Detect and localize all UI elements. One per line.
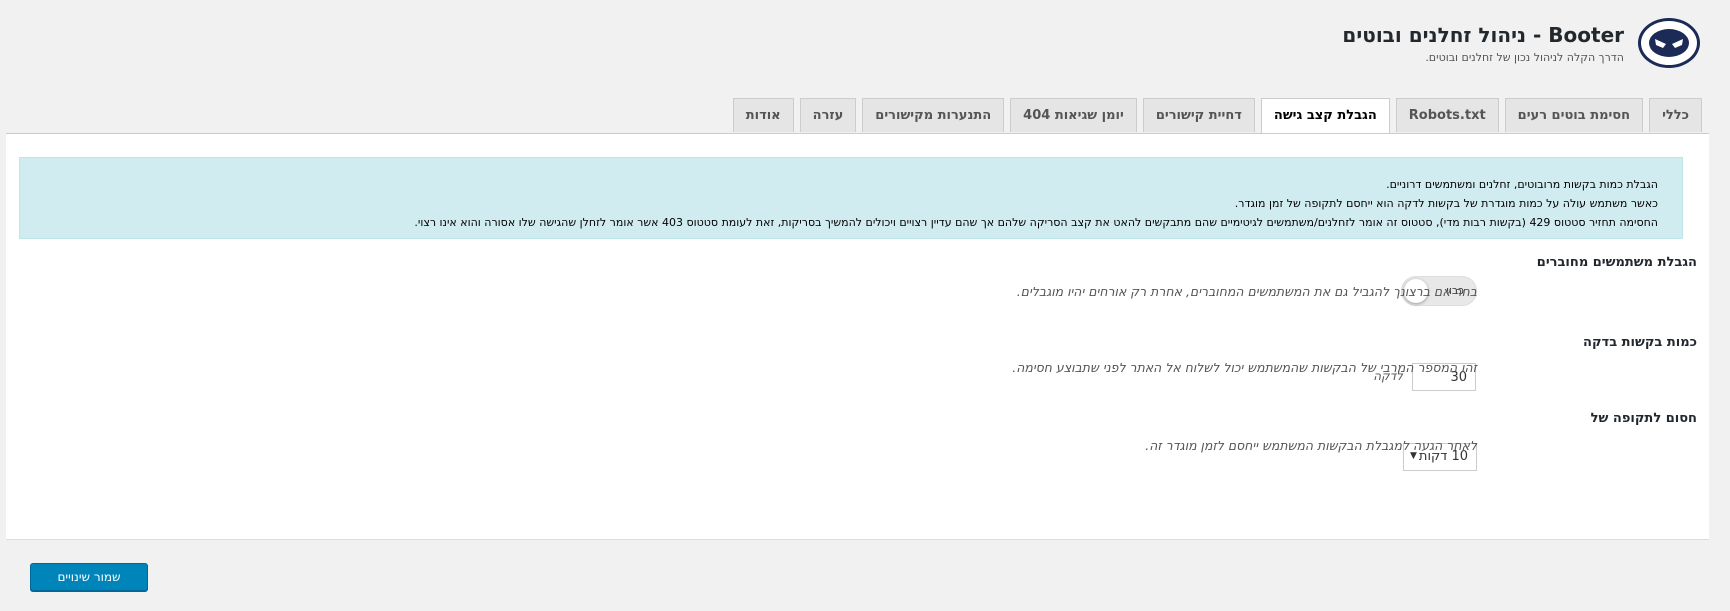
notice-line-3: החסימה תחזיר סטטוס 429 (בקשות רבות מדי),… [414, 216, 1658, 229]
tab-bad-bots[interactable]: חסימת בוטים רעים [1504, 98, 1644, 132]
info-notice: הגבלת כמות בקשות מרובוטים, זחלנים ומשתמש… [19, 157, 1683, 239]
requests-per-minute-help: זהו המספר המרבי של הבקשות שהמשתמש יכול ל… [1012, 360, 1477, 375]
plugin-header: Booter - ניהול זחלנים ובוטים הדרך הקלה ל… [1342, 18, 1700, 68]
logged-users-label: הגבלת משתמשים מחוברים [1536, 255, 1697, 270]
logged-users-help: בחר אם ברצונך להגביל גם את המשתמשים המחו… [1016, 284, 1477, 299]
settings-tabs: כללי חסימת בוטים רעים Robots.txt הגבלת ק… [732, 98, 1702, 134]
tab-robots-txt[interactable]: Robots.txt [1395, 98, 1499, 132]
save-changes-button[interactable]: שמור שינויים [30, 563, 148, 591]
settings-footer: שמור שינויים [6, 539, 1709, 611]
tab-disavow-links[interactable]: התנערות מקישורים [862, 98, 1005, 132]
notice-line-2: כאשר משתמש עולה על כמות מוגדרת של בקשות … [1234, 197, 1658, 210]
header-text: Booter - ניהול זחלנים ובוטים הדרך הקלה ל… [1342, 23, 1624, 64]
settings-panel: הגבלת כמות בקשות מרובוטים, זחלנים ומשתמש… [6, 133, 1709, 540]
tab-rate-limit[interactable]: הגבלת קצב גישה [1260, 98, 1390, 134]
tab-about[interactable]: אודות [732, 98, 794, 132]
block-period-label: חסום לתקופה של [1590, 411, 1697, 426]
requests-per-minute-label: כמות בקשות בדקה [1583, 335, 1697, 350]
notice-line-1: הגבלת כמות בקשות מרובוטים, זחלנים ומשתמש… [1386, 178, 1658, 191]
tab-help[interactable]: עזרה [799, 98, 857, 132]
tab-404-log[interactable]: יומן שגיאות 404 [1010, 98, 1137, 132]
page-subtitle: הדרך הקלה לניהול נכון של זחלנים ובוטים. [1425, 50, 1624, 64]
tab-general[interactable]: כללי [1649, 98, 1702, 132]
tab-reject-links[interactable]: דחיית קישורים [1142, 98, 1255, 132]
page-title: Booter - ניהול זחלנים ובוטים [1342, 22, 1624, 47]
block-period-help: לאחר הגעה למגבלת הבקשות המשתמש ייחסם לזמ… [1145, 438, 1477, 453]
booter-logo-icon [1638, 18, 1700, 68]
